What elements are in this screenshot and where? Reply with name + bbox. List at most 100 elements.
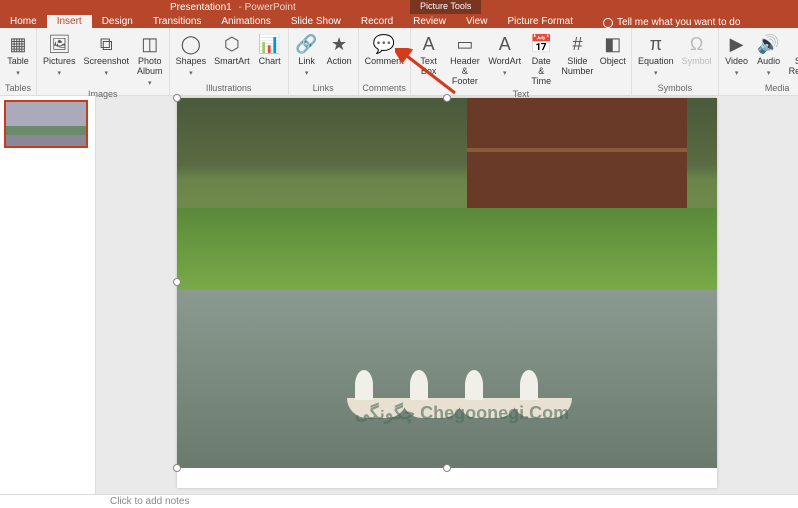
action-label: Action xyxy=(327,57,352,67)
selection-handle[interactable] xyxy=(173,94,181,102)
shapes-button[interactable]: ◯Shapes▾ xyxy=(173,31,210,79)
inserted-picture[interactable]: چگونگی Chegoonegi.Com xyxy=(177,98,717,468)
tab-slide-show[interactable]: Slide Show xyxy=(281,15,351,28)
symbol-label: Symbol xyxy=(682,57,712,67)
shapes-label: Shapes xyxy=(176,57,207,67)
chevron-down-icon: ▾ xyxy=(148,79,152,87)
chevron-down-icon: ▾ xyxy=(105,69,109,77)
header-footer-button[interactable]: ▭Header & Footer xyxy=(446,31,485,89)
chevron-down-icon: ▾ xyxy=(16,69,20,77)
photo-album-button[interactable]: ◫Photo Album ▾ xyxy=(134,31,166,89)
action-button[interactable]: ★Action xyxy=(324,31,355,79)
notes-placeholder: Click to add notes xyxy=(110,496,190,507)
link-icon: 🔗 xyxy=(296,33,318,55)
wordart-label: WordArt xyxy=(488,57,521,67)
link-button[interactable]: 🔗Link▾ xyxy=(292,31,322,79)
ribbon-tabs: HomeInsertDesignTransitionsAnimationsSli… xyxy=(0,14,798,28)
tab-transitions[interactable]: Transitions xyxy=(143,15,212,28)
chevron-down-icon: ▾ xyxy=(58,69,62,77)
video-button[interactable]: ▶Video▾ xyxy=(722,31,752,79)
slide-number-label: Slide Number xyxy=(561,57,593,77)
tab-insert[interactable]: Insert xyxy=(47,15,92,28)
chart-label: Chart xyxy=(259,57,281,67)
selection-handle[interactable] xyxy=(173,464,181,472)
chevron-down-icon: ▾ xyxy=(654,69,658,77)
tab-picture-format[interactable]: Picture Format xyxy=(497,15,583,28)
slide-thumbnail-1[interactable] xyxy=(4,100,88,148)
comment-label: Comment xyxy=(365,57,404,67)
ribbon-group-comments: 💬 Comment Comments xyxy=(359,28,411,95)
group-label-comments: Comments xyxy=(362,83,407,94)
audio-icon: 🔊 xyxy=(758,33,780,55)
wordart-icon: A xyxy=(494,33,516,55)
ribbon-group-illustrations: ◯Shapes▾⬡SmartArt📊ChartIllustrations xyxy=(170,28,289,95)
comment-button[interactable]: 💬 Comment xyxy=(362,31,407,69)
ribbon: ▦Table▾Tables🖼Pictures▾⧉Screenshot▾◫Phot… xyxy=(0,28,798,96)
tab-animations[interactable]: Animations xyxy=(211,15,280,28)
chart-button[interactable]: 📊Chart xyxy=(255,31,285,79)
table-button[interactable]: ▦Table▾ xyxy=(3,31,33,79)
tab-record[interactable]: Record xyxy=(351,15,403,28)
equation-button[interactable]: π Equation ▾ xyxy=(635,31,677,79)
pictures-button[interactable]: 🖼 Pictures ▾ xyxy=(40,31,79,89)
tell-me-search[interactable]: Tell me what you want to do xyxy=(603,17,740,28)
header-footer-label: Header & Footer xyxy=(449,57,482,87)
equation-label: Equation xyxy=(638,57,674,67)
equation-icon: π xyxy=(645,33,667,55)
slide-canvas[interactable]: چگونگی Chegoonegi.Com xyxy=(177,98,717,488)
photo-album-icon: ◫ xyxy=(139,33,161,55)
object-icon: ◧ xyxy=(602,33,624,55)
smartart-icon: ⬡ xyxy=(221,33,243,55)
group-label-tables: Tables xyxy=(3,83,33,94)
video-icon: ▶ xyxy=(726,33,748,55)
screenshot-icon: ⧉ xyxy=(95,33,117,55)
shapes-icon: ◯ xyxy=(180,33,202,55)
screen-recording-button[interactable]: ⦿Screen Recording xyxy=(786,31,798,79)
notes-pane[interactable]: Click to add notes xyxy=(0,494,798,508)
group-label-links: Links xyxy=(292,83,355,94)
tab-review[interactable]: Review xyxy=(403,15,456,28)
ribbon-group-symbols: π Equation ▾ Ω Symbol Symbols xyxy=(632,28,719,95)
symbol-icon: Ω xyxy=(686,33,708,55)
comment-icon: 💬 xyxy=(373,33,395,55)
tab-home[interactable]: Home xyxy=(0,15,47,28)
pictures-icon: 🖼 xyxy=(48,33,70,55)
object-button[interactable]: ◧ Object xyxy=(597,31,628,89)
slide-number-button[interactable]: #Slide Number xyxy=(559,31,595,89)
selection-handle[interactable] xyxy=(443,464,451,472)
ribbon-group-tables: ▦Table▾ Tables xyxy=(0,28,37,95)
group-label-symbols: Symbols xyxy=(635,83,715,94)
table-icon: ▦ xyxy=(7,33,29,55)
smartart-button[interactable]: ⬡ SmartArt xyxy=(211,31,253,79)
ribbon-group-media: ▶Video▾🔊Audio▾⦿Screen RecordingMedia xyxy=(719,28,798,95)
date-time-label: Date & Time xyxy=(528,57,554,87)
ribbon-group-links: 🔗Link▾★ActionLinks xyxy=(289,28,359,95)
selection-handle[interactable] xyxy=(173,278,181,286)
ribbon-group-text: AText Box▭Header & FooterAWordArt▾📅Date … xyxy=(411,28,632,95)
selection-handle[interactable] xyxy=(443,94,451,102)
wordart-button[interactable]: AWordArt▾ xyxy=(486,31,523,89)
smartart-label: SmartArt xyxy=(214,57,250,67)
text-box-icon: A xyxy=(418,33,440,55)
pictures-label: Pictures xyxy=(43,57,76,67)
audio-button[interactable]: 🔊Audio▾ xyxy=(754,31,784,79)
text-box-label: Text Box xyxy=(420,57,437,77)
screenshot-label: Screenshot xyxy=(84,57,130,67)
title-bar: Presentation1 - PowerPoint xyxy=(0,0,798,14)
slide-thumbnail-panel[interactable] xyxy=(0,96,96,494)
tab-view[interactable]: View xyxy=(456,15,498,28)
picture-tools-label: Picture Tools xyxy=(410,0,481,14)
screen-recording-label: Screen Recording xyxy=(789,57,798,77)
date-time-button[interactable]: 📅Date & Time xyxy=(525,31,557,89)
screenshot-button[interactable]: ⧉ Screenshot ▾ xyxy=(81,31,133,89)
symbol-button: Ω Symbol xyxy=(679,31,715,79)
object-label: Object xyxy=(600,57,626,67)
slide-editor[interactable]: چگونگی Chegoonegi.Com xyxy=(96,96,798,494)
photo-album-label: Photo Album xyxy=(137,57,163,77)
slide-number-icon: # xyxy=(566,33,588,55)
tab-design[interactable]: Design xyxy=(92,15,143,28)
link-label: Link xyxy=(298,57,315,67)
workspace: چگونگی Chegoonegi.Com xyxy=(0,96,798,494)
text-box-button[interactable]: A Text Box xyxy=(414,31,444,89)
app-name: - PowerPoint xyxy=(236,2,296,13)
